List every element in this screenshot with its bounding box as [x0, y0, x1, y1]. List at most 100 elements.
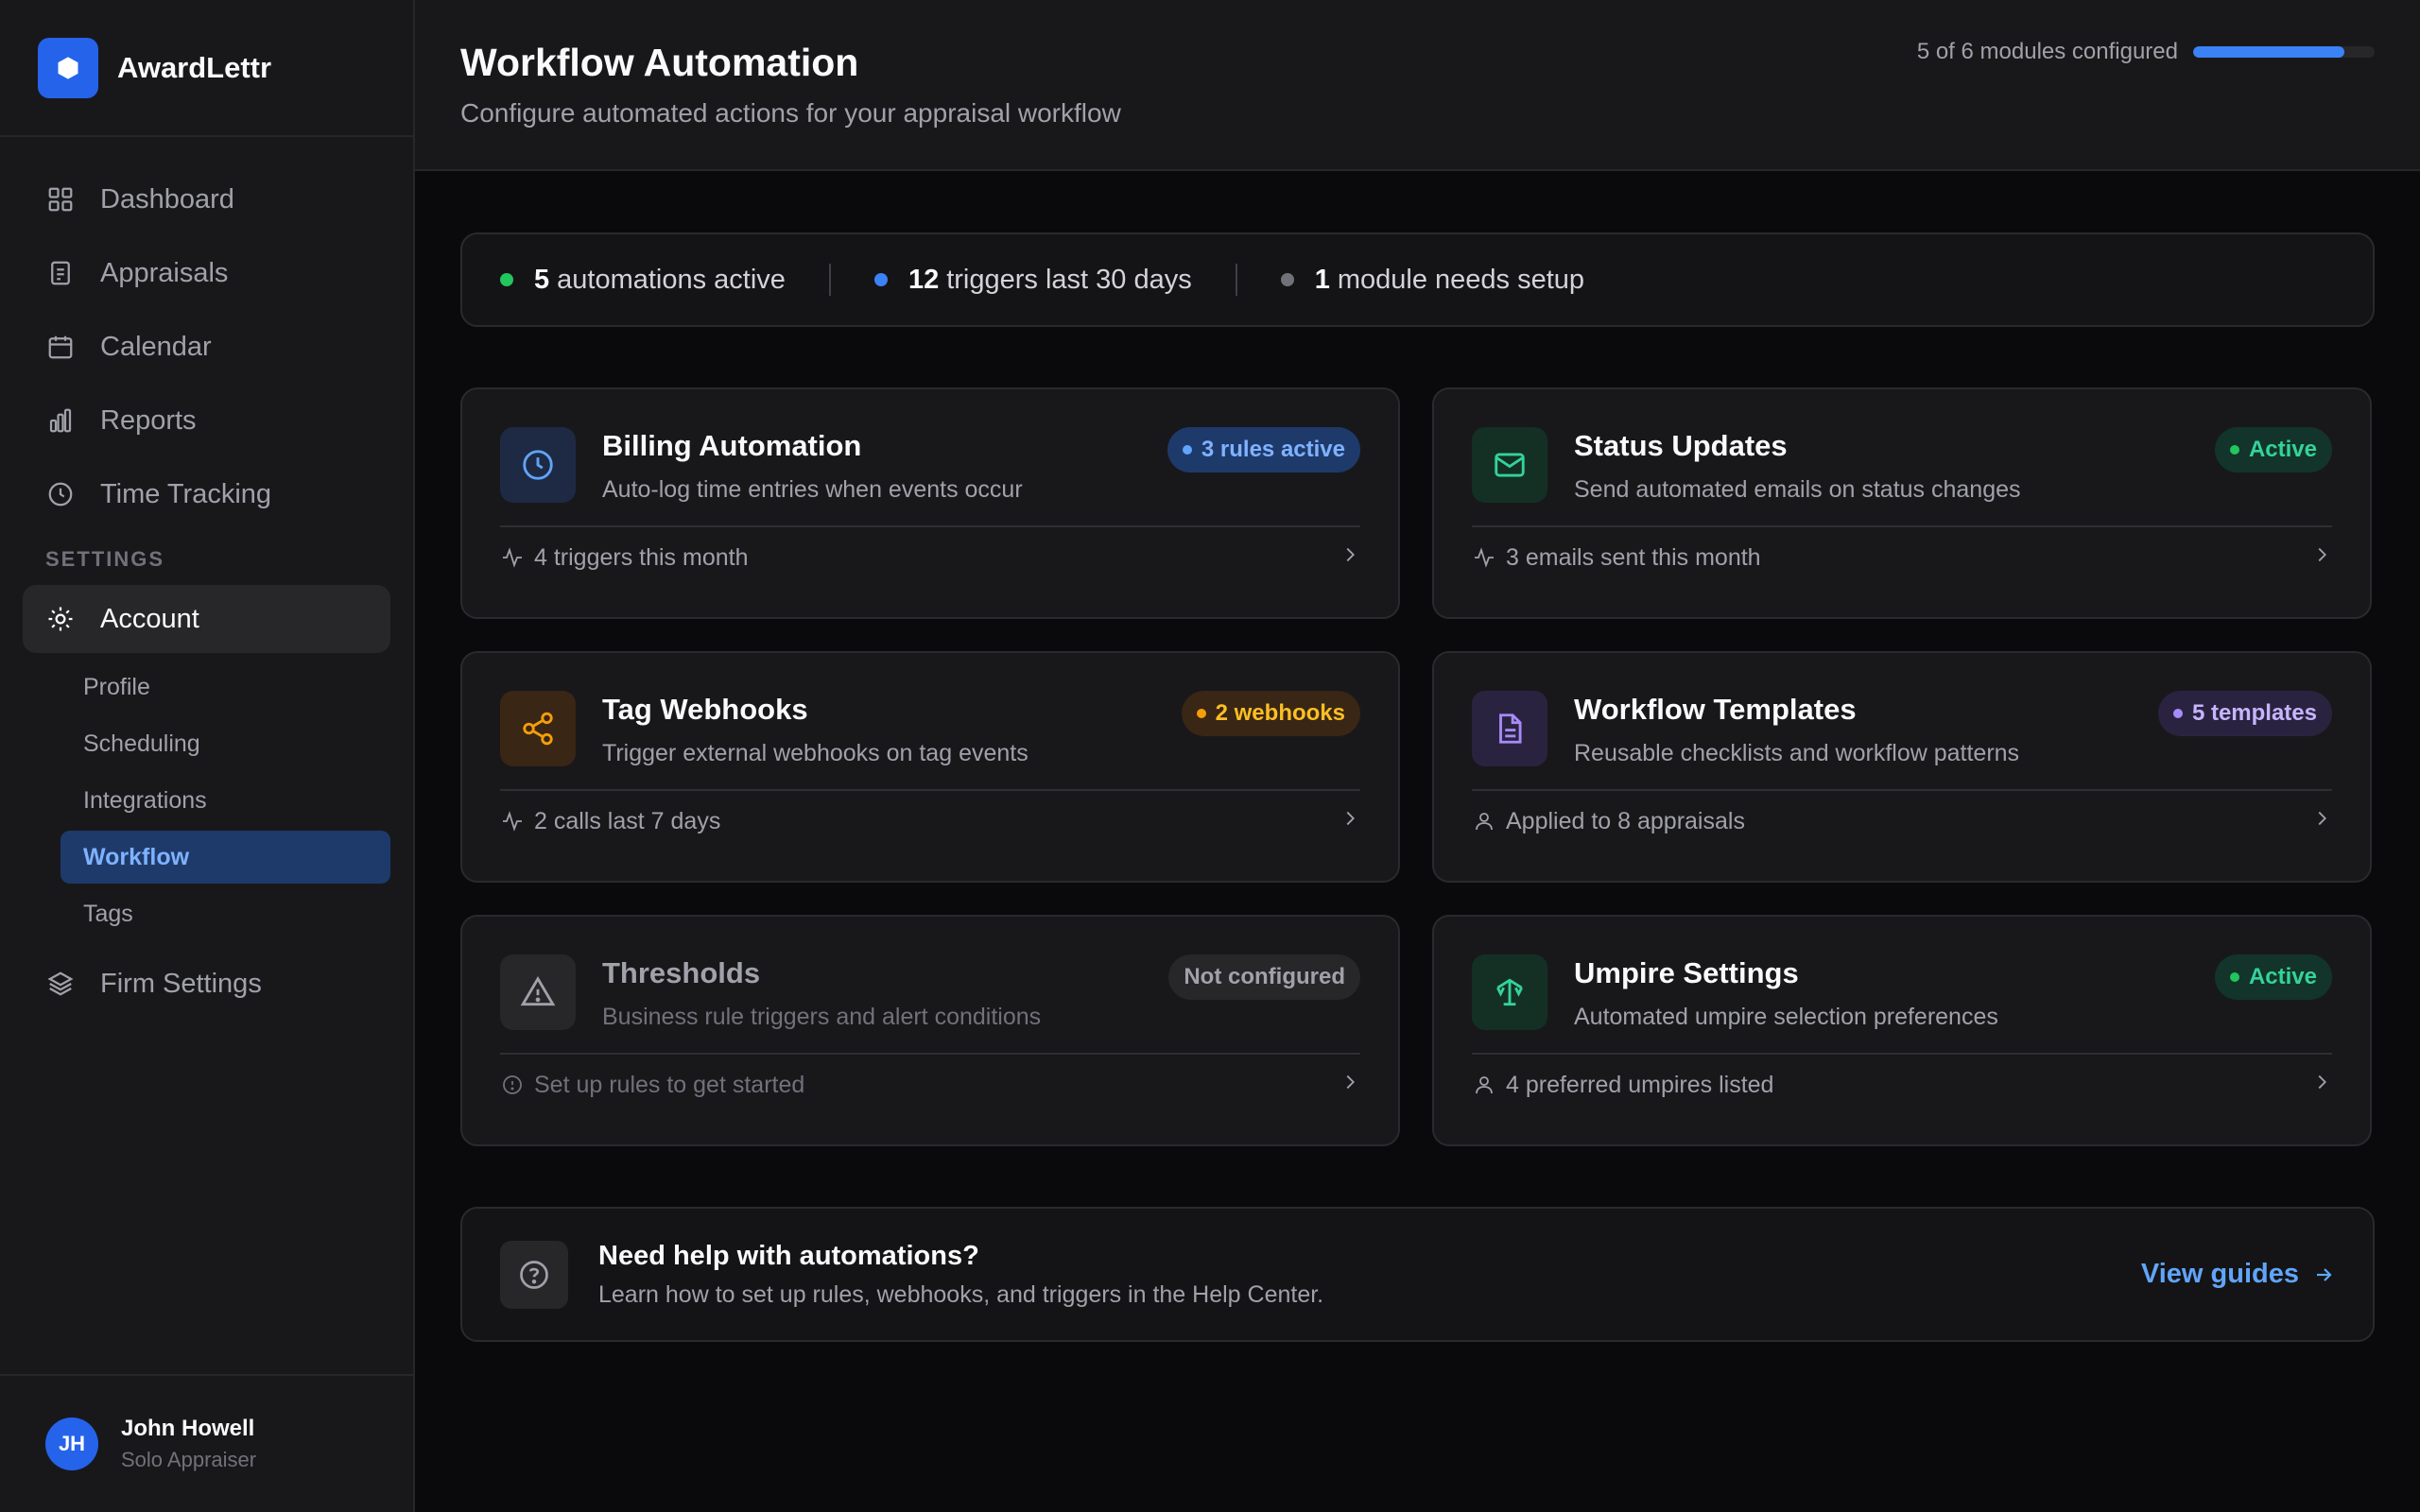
sidebar-item-appraisals[interactable]: Appraisals	[23, 239, 390, 307]
brand[interactable]: AwardLettr	[0, 0, 413, 137]
card-footer-text: 3 emails sent this month	[1506, 543, 1761, 571]
status-badge: 2 webhooks	[1181, 691, 1360, 736]
status-dot-blue	[873, 273, 888, 286]
chevron-right-icon	[1340, 544, 1360, 572]
stat-value: 5	[534, 264, 550, 295]
card-title: Status Updates	[1574, 429, 1788, 462]
user-role: Solo Appraiser	[121, 1448, 257, 1471]
progress-bar	[2193, 45, 2375, 58]
avatar: JH	[45, 1418, 98, 1470]
sidebar-item-firm-settings[interactable]: Firm Settings	[23, 950, 390, 1018]
info-circle-icon	[500, 1073, 525, 1097]
sidebar-item-label: Dashboard	[100, 183, 234, 215]
clock-icon	[45, 479, 76, 509]
sub-item-workflow[interactable]: Workflow	[60, 831, 390, 884]
user-profile[interactable]: JH John Howell Solo Appraiser	[0, 1374, 413, 1512]
card-umpire-settings[interactable]: Umpire Settings Automated umpire selecti…	[1432, 915, 2372, 1146]
sidebar-item-calendar[interactable]: Calendar	[23, 313, 390, 381]
help-description: Learn how to set up rules, webhooks, and…	[598, 1280, 1324, 1308]
stat-value: 12	[908, 264, 940, 295]
view-guides-link[interactable]: View guides	[2141, 1259, 2335, 1290]
status-badge: 3 rules active	[1167, 427, 1360, 472]
sidebar-item-label: Appraisals	[100, 257, 229, 288]
gear-icon	[45, 604, 76, 634]
badge-dot	[2229, 972, 2239, 982]
stat-automations: 5 automations active	[500, 265, 786, 296]
card-tag-webhooks[interactable]: Tag Webhooks Trigger external webhooks o…	[460, 651, 1400, 883]
activity-icon	[500, 545, 525, 570]
divider	[828, 264, 831, 296]
sub-item-integrations[interactable]: Integrations	[60, 774, 390, 827]
chevron-right-icon	[1340, 808, 1360, 835]
account-sub-nav: Profile Scheduling Integrations Workflow…	[60, 661, 390, 940]
arrow-right-icon	[2317, 1267, 2332, 1281]
brand-logo-icon	[38, 37, 98, 98]
status-badge: Active	[2214, 954, 2332, 1000]
card-title: Umpire Settings	[1574, 956, 1799, 989]
card-workflow-templates[interactable]: Workflow Templates Reusable checklists a…	[1432, 651, 2372, 883]
status-dot-green	[500, 273, 513, 286]
status-badge: Not configured	[1168, 954, 1360, 1000]
badge-dot	[1196, 709, 1206, 718]
status-badge: Active	[2214, 427, 2332, 472]
sidebar-item-dashboard[interactable]: Dashboard	[23, 165, 390, 233]
clock-icon	[500, 427, 576, 503]
card-thresholds[interactable]: Thresholds Business rule triggers and al…	[460, 915, 1400, 1146]
card-footer-text: Applied to 8 appraisals	[1506, 807, 1745, 834]
card-status-updates[interactable]: Status Updates Send automated emails on …	[1432, 387, 2372, 619]
card-description: Automated umpire selection preferences	[1574, 1004, 1998, 1030]
card-footer-text: 4 preferred umpires listed	[1506, 1071, 1774, 1098]
stat-label: triggers last 30 days	[946, 264, 1192, 295]
sub-item-scheduling[interactable]: Scheduling	[60, 717, 390, 770]
status-dot-gray	[1280, 273, 1294, 286]
sidebar-item-reports[interactable]: Reports	[23, 387, 390, 455]
chevron-right-icon	[2311, 808, 2332, 835]
divider	[1235, 264, 1237, 296]
scale-icon	[1472, 954, 1547, 1030]
card-description: Business rule triggers and alert conditi…	[602, 1004, 1042, 1030]
badge-dot	[1182, 445, 1192, 455]
bar-chart-icon	[45, 405, 76, 436]
user-icon	[1472, 1073, 1496, 1097]
sidebar-item-label: Account	[100, 603, 199, 634]
stat-label: module needs setup	[1337, 264, 1585, 295]
progress-fill	[2193, 45, 2344, 58]
settings-section-label: SETTINGS	[45, 547, 165, 571]
app-root: AwardLettr Dashboard Appraisals Calendar	[0, 0, 2420, 1512]
sidebar-item-label: Firm Settings	[100, 968, 262, 999]
user-icon	[1472, 809, 1496, 833]
page-subtitle: Configure automated actions for your app…	[460, 98, 1121, 128]
page-title: Workflow Automation	[460, 41, 859, 84]
badge-label: 5 templates	[2191, 700, 2317, 726]
stat-value: 1	[1314, 264, 1330, 295]
badge-label: 3 rules active	[1201, 437, 1345, 462]
badge-label: 2 webhooks	[1215, 700, 1345, 726]
chevron-right-icon	[2311, 1072, 2332, 1099]
config-progress: 5 of 6 modules configured	[1917, 39, 2375, 65]
card-billing-automation[interactable]: Billing Automation Auto-log time entries…	[460, 387, 1400, 619]
badge-label: Active	[2248, 437, 2317, 462]
mail-icon	[1472, 427, 1547, 503]
brand-name: AwardLettr	[117, 50, 272, 84]
share-icon	[500, 691, 576, 766]
card-title: Thresholds	[602, 956, 761, 989]
help-banner: Need help with automations? Learn how to…	[460, 1207, 2375, 1342]
badge-dot	[2172, 709, 2183, 718]
badge-dot	[2229, 445, 2239, 455]
card-description: Auto-log time entries when events occur	[602, 476, 1023, 503]
sidebar-item-account[interactable]: Account	[23, 585, 390, 653]
sidebar-item-label: Reports	[100, 404, 197, 436]
calendar-icon	[45, 332, 76, 362]
main-content: Workflow Automation Configure automated …	[415, 0, 2420, 1512]
badge-label: Active	[2248, 964, 2317, 989]
layers-icon	[45, 969, 76, 999]
activity-icon	[500, 809, 525, 833]
help-title: Need help with automations?	[598, 1240, 979, 1271]
sidebar-item-label: Time Tracking	[100, 478, 272, 509]
badge-label: Not configured	[1184, 964, 1345, 989]
sub-item-tags[interactable]: Tags	[60, 887, 390, 940]
sidebar-item-time-tracking[interactable]: Time Tracking	[23, 460, 390, 528]
sub-item-profile[interactable]: Profile	[60, 661, 390, 713]
card-description: Reusable checklists and workflow pattern…	[1574, 740, 2020, 766]
card-title: Workflow Templates	[1574, 693, 1857, 726]
